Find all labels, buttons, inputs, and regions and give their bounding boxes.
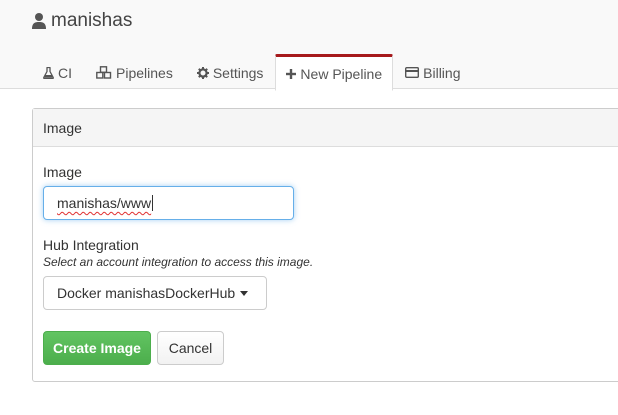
hub-integration-dropdown[interactable]: Docker manishasDockerHub <box>43 276 267 310</box>
account-name: manishas <box>51 10 133 31</box>
image-input-value: manishas/www <box>57 195 152 211</box>
page-header: manishas CI Pipelines Settings New Pipel… <box>0 0 618 91</box>
hub-integration-label: Hub Integration <box>43 237 139 253</box>
tab-label: Pipelines <box>116 64 173 81</box>
tab-label: New Pipeline <box>300 65 383 82</box>
flask-icon <box>43 66 54 79</box>
hub-integration-help: Select an account integration to access … <box>43 255 314 269</box>
user-icon <box>31 12 47 30</box>
cubes-icon <box>96 66 112 79</box>
tab-ci[interactable]: CI <box>31 55 84 90</box>
image-label: Image <box>43 164 82 180</box>
caret-down-icon <box>240 290 249 296</box>
tab-label: Settings <box>212 64 264 81</box>
plus-icon <box>286 68 297 79</box>
tab-billing[interactable]: Billing <box>393 55 472 90</box>
image-input[interactable]: manishas/www <box>43 186 294 220</box>
hub-integration-selected: Docker manishasDockerHub <box>57 285 236 301</box>
gear-icon <box>196 66 209 79</box>
credit-card-icon <box>405 67 420 78</box>
tab-bar: CI Pipelines Settings New Pipeline Billi… <box>31 52 473 91</box>
tab-settings[interactable]: Settings <box>185 55 276 90</box>
account-title: manishas <box>31 8 132 34</box>
cancel-button[interactable]: Cancel <box>157 331 224 365</box>
text-caret <box>152 195 154 211</box>
tab-label: CI <box>58 64 72 81</box>
create-image-button[interactable]: Create Image <box>43 331 151 365</box>
tab-new-pipeline[interactable]: New Pipeline <box>275 54 394 91</box>
image-panel: Image Image manishas/www Hub Integration… <box>32 108 618 382</box>
tab-label: Billing <box>423 64 461 81</box>
tab-pipelines[interactable]: Pipelines <box>84 55 185 90</box>
panel-heading: Image <box>33 109 618 147</box>
